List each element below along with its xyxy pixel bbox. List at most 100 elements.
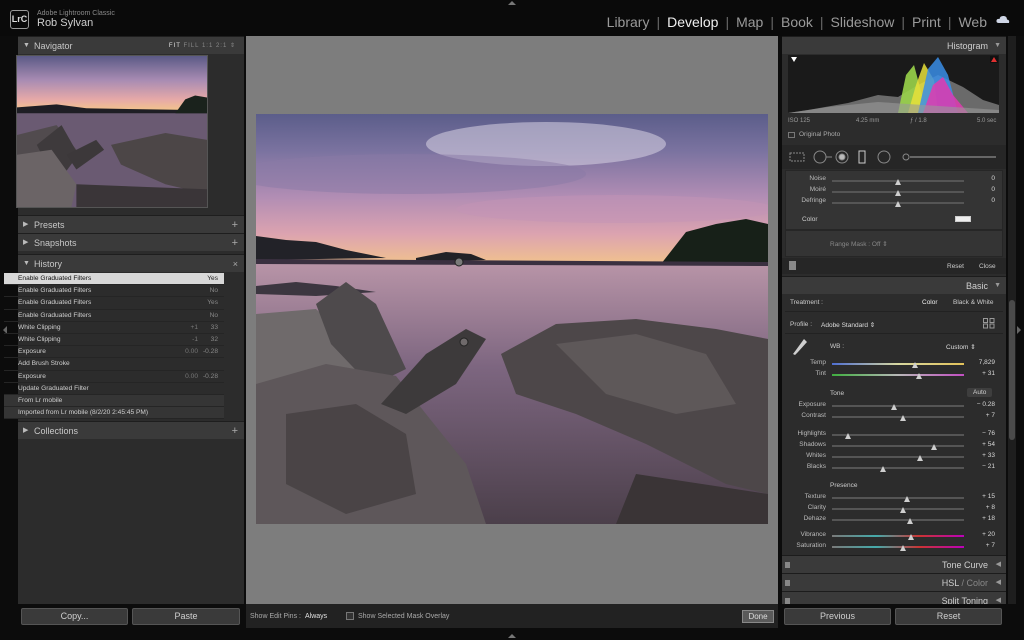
vibrance-slider[interactable] xyxy=(832,535,964,537)
histogram-graph[interactable] xyxy=(788,55,999,113)
zoom-fill[interactable]: FILL xyxy=(183,43,199,49)
exposure-slider-knob[interactable] xyxy=(891,404,897,410)
contrast-slider-knob[interactable] xyxy=(900,415,906,421)
history-item[interactable]: Enable Graduated Filters Yes xyxy=(4,273,224,286)
add-snapshot-icon[interactable]: + xyxy=(232,234,238,252)
panel-toggle-icon[interactable] xyxy=(785,598,790,604)
history-item[interactable]: Exposure 0.00 -0.28 xyxy=(4,346,224,359)
range-mask-select[interactable]: Range Mask : Off ⇕ xyxy=(830,240,888,248)
mask-reset-button[interactable]: Reset xyxy=(947,263,964,270)
right-panel-toggle-icon[interactable] xyxy=(1017,326,1021,334)
temp-slider[interactable] xyxy=(832,363,964,365)
split-toning-header[interactable]: Split Toning ◀ xyxy=(782,591,1006,604)
auto-tone-button[interactable]: Auto xyxy=(967,388,993,397)
previous-button[interactable]: Previous xyxy=(784,608,891,625)
history-item[interactable]: Exposure 0.00 -0.28 xyxy=(4,371,224,383)
saturation-slider[interactable] xyxy=(832,546,964,548)
module-book[interactable]: Book xyxy=(780,14,814,30)
dehaze-value[interactable]: + 18 xyxy=(965,515,995,522)
noise-value[interactable]: 0 xyxy=(965,175,995,182)
radial-filter-icon[interactable] xyxy=(877,150,891,164)
done-button[interactable]: Done xyxy=(742,610,774,623)
panel-toggle-icon[interactable] xyxy=(785,580,790,586)
exposure-slider[interactable] xyxy=(832,405,964,407)
treatment-bw-option[interactable]: Black & White xyxy=(953,299,993,306)
saturation-slider-knob[interactable] xyxy=(900,545,906,551)
tone-curve-header[interactable]: Tone Curve ◀ xyxy=(782,555,1006,573)
texture-slider[interactable] xyxy=(832,497,964,499)
add-preset-icon[interactable]: + xyxy=(232,216,238,234)
history-item[interactable]: Enable Graduated Filters Yes xyxy=(4,297,224,310)
spot-removal-icon[interactable] xyxy=(813,150,832,164)
navigator-preview[interactable] xyxy=(16,55,208,208)
main-photo[interactable] xyxy=(256,114,768,524)
white-balance-eyedropper-icon[interactable] xyxy=(792,338,808,358)
history-item[interactable]: White Clipping -1 32 xyxy=(4,334,224,347)
shadows-slider[interactable] xyxy=(832,445,964,447)
contrast-value[interactable]: + 7 xyxy=(965,412,995,419)
filmstrip-toggle-icon[interactable] xyxy=(508,634,516,638)
blacks-slider-knob[interactable] xyxy=(880,466,886,472)
whites-slider-knob[interactable] xyxy=(917,455,923,461)
saturation-value[interactable]: + 7 xyxy=(965,542,995,549)
cloud-sync-icon[interactable] xyxy=(996,15,1010,24)
texture-slider-knob[interactable] xyxy=(904,496,910,502)
module-library[interactable]: Library xyxy=(606,14,651,30)
red-eye-icon[interactable] xyxy=(835,150,849,164)
vibrance-slider-knob[interactable] xyxy=(908,534,914,540)
snapshots-header[interactable]: ▶ Snapshots + xyxy=(18,233,244,251)
zoom-menu-icon[interactable]: ⇕ xyxy=(230,43,236,49)
history-item[interactable]: Enable Graduated Filters No xyxy=(4,285,224,298)
mask-overlay-checkbox[interactable] xyxy=(346,612,354,620)
history-item[interactable]: Enable Graduated Filters No xyxy=(4,310,224,322)
history-item[interactable]: Add Brush Stroke xyxy=(4,358,224,371)
panel-toggle-icon[interactable] xyxy=(785,562,790,568)
whites-value[interactable]: + 33 xyxy=(965,452,995,459)
history-item[interactable]: White Clipping +1 33 xyxy=(4,322,224,334)
contrast-slider[interactable] xyxy=(832,416,964,418)
slider-knob[interactable] xyxy=(895,201,901,207)
history-item[interactable]: Imported from Lr mobile (8/2/20 2:45:45 … xyxy=(4,407,224,420)
profile-browser-icon[interactable] xyxy=(983,318,995,329)
clarity-value[interactable]: + 8 xyxy=(965,504,995,511)
basic-header[interactable]: Basic ▼ xyxy=(782,276,1006,294)
zoom-fit[interactable]: FIT xyxy=(169,43,181,49)
clarity-slider-knob[interactable] xyxy=(900,507,906,513)
highlights-slider-knob[interactable] xyxy=(845,433,851,439)
tint-slider-knob[interactable] xyxy=(916,373,922,379)
shadows-value[interactable]: + 54 xyxy=(965,441,995,448)
crop-icon[interactable] xyxy=(789,152,805,162)
color-swatch[interactable] xyxy=(955,216,971,222)
module-develop[interactable]: Develop xyxy=(666,14,719,30)
top-panel-toggle-icon[interactable] xyxy=(508,1,516,5)
history-item[interactable]: From Lr mobile xyxy=(4,394,224,408)
presets-header[interactable]: ▶ Presets + xyxy=(18,215,244,233)
wb-select[interactable]: Custom ⇕ xyxy=(946,343,976,351)
blacks-slider[interactable] xyxy=(832,467,964,469)
clear-history-icon[interactable]: × xyxy=(233,255,238,273)
edit-pins-select[interactable]: Always xyxy=(305,613,327,620)
zoom-2-1[interactable]: 2:1 xyxy=(216,43,227,49)
paste-settings-button[interactable]: Paste xyxy=(132,608,240,625)
tint-slider[interactable] xyxy=(832,374,964,376)
blacks-value[interactable]: − 21 xyxy=(965,463,995,470)
reset-button[interactable]: Reset xyxy=(895,608,1002,625)
shadows-slider-knob[interactable] xyxy=(931,444,937,450)
zoom-1-1[interactable]: 1:1 xyxy=(202,43,213,49)
hsl-header[interactable]: HSL / Color ◀ xyxy=(782,573,1006,591)
slider-knob[interactable] xyxy=(895,190,901,196)
profile-select[interactable]: Adobe Standard ⇕ xyxy=(821,321,875,329)
highlights-value[interactable]: − 76 xyxy=(965,430,995,437)
collections-header[interactable]: ▶ Collections + xyxy=(18,421,244,439)
mask-close-button[interactable]: Close xyxy=(979,263,996,270)
copy-settings-button[interactable]: Copy... xyxy=(21,608,128,625)
add-collection-icon[interactable]: + xyxy=(232,422,238,440)
clarity-slider[interactable] xyxy=(832,508,964,510)
graduated-filter-icon[interactable] xyxy=(858,150,866,164)
temp-slider-knob[interactable] xyxy=(912,362,918,368)
treatment-color-option[interactable]: Color xyxy=(922,299,938,306)
navigator-header[interactable]: ▼ Navigator FIT FILL 1:1 2:1 ⇕ xyxy=(18,36,244,54)
module-web[interactable]: Web xyxy=(957,14,988,30)
history-item[interactable]: Update Graduated Filter xyxy=(4,383,224,395)
tint-value[interactable]: + 31 xyxy=(965,370,995,377)
